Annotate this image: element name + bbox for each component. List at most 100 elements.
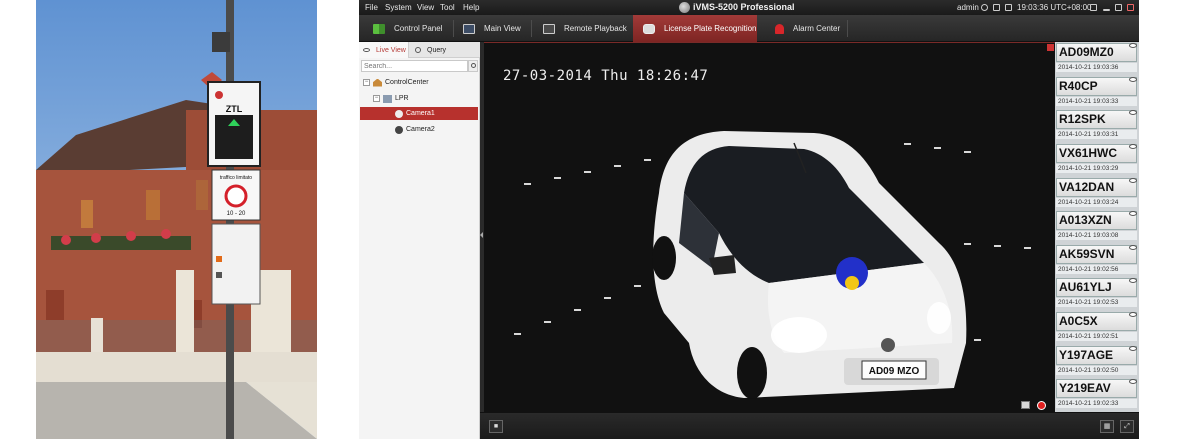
street-scene-illustration: ZTL traffico limitato 10 - 20 xyxy=(36,0,317,439)
home-icon xyxy=(373,78,382,87)
plate-number: AD09MZ0 xyxy=(1056,43,1137,62)
eye-icon[interactable] xyxy=(1129,143,1137,149)
tab-label: Alarm Center xyxy=(793,24,841,33)
tab-divider xyxy=(531,20,532,37)
video-timestamp: 27-03-2014 Thu 18:26:47 xyxy=(503,68,709,84)
tab-license-plate-recognition[interactable]: License Plate Recognition xyxy=(633,15,757,42)
camera-icon xyxy=(395,125,403,134)
eye-icon[interactable] xyxy=(1129,244,1137,250)
plate-item[interactable]: AD09MZ0 2014-10-21 19:03:36 xyxy=(1055,42,1139,74)
eye-icon[interactable] xyxy=(1129,177,1137,183)
server-icon xyxy=(383,94,392,103)
live-video-view[interactable]: AD09 MZO 27-03-2014 Thu 18:26:47 xyxy=(484,42,1055,412)
fullscreen-button[interactable]: ⤢ xyxy=(1120,420,1134,433)
tree-label: Camera1 xyxy=(406,110,435,117)
eye-icon[interactable] xyxy=(1129,345,1137,351)
tree-label: ControlCenter xyxy=(385,79,429,86)
tab-control-panel[interactable]: Control Panel xyxy=(373,15,459,42)
menu-system[interactable]: System xyxy=(385,3,412,12)
tab-alarm-center[interactable]: Alarm Center xyxy=(775,15,855,42)
plate-number: AK59SVN xyxy=(1056,244,1137,264)
ivms-window: File System View Tool Help iVMS-5200 Pro… xyxy=(359,0,1139,439)
plate-number: Y197AGE xyxy=(1056,345,1137,365)
eye-icon[interactable] xyxy=(1129,43,1137,48)
tree-item-controlcenter[interactable]: − ControlCenter xyxy=(363,76,478,89)
plate-number: Y219EAV xyxy=(1056,379,1137,399)
tab-divider xyxy=(453,20,454,37)
tree-label: LPR xyxy=(395,95,409,102)
plate-item[interactable]: A013XZN 2014-10-21 19:03:08 xyxy=(1055,210,1139,242)
eye-icon[interactable] xyxy=(1129,76,1137,82)
tab-main-view[interactable]: Main View xyxy=(463,15,539,42)
plate-item[interactable]: AK59SVN 2014-10-21 19:02:56 xyxy=(1055,244,1139,276)
user-name[interactable]: admin xyxy=(957,3,979,12)
screen-icon[interactable] xyxy=(993,4,1000,11)
close-video-icon[interactable] xyxy=(1047,44,1054,51)
user-icon[interactable] xyxy=(981,4,988,11)
plate-item[interactable]: VA12DAN 2014-10-21 19:03:24 xyxy=(1055,177,1139,209)
eye-icon xyxy=(363,48,370,52)
plate-item[interactable]: R40CP 2014-10-21 19:03:33 xyxy=(1055,76,1139,108)
record-icon[interactable] xyxy=(1037,401,1046,410)
grid-icon xyxy=(373,23,385,34)
plate-item[interactable]: Y197AGE 2014-10-21 19:02:50 xyxy=(1055,345,1139,377)
search-button[interactable] xyxy=(468,60,478,72)
plate-number: A013XZN xyxy=(1056,211,1137,231)
plate-item[interactable]: A0C5X 2014-10-21 19:02:51 xyxy=(1055,311,1139,343)
tab-divider xyxy=(847,20,848,37)
tab-label: Live View xyxy=(376,46,406,54)
search-icon xyxy=(415,47,421,53)
maximize-icon[interactable] xyxy=(1115,4,1122,11)
plate-result-list: AD09MZ0 2014-10-21 19:03:36 R40CP 2014-1… xyxy=(1055,42,1139,412)
tab-remote-playback[interactable]: Remote Playback xyxy=(543,15,631,42)
plate-time: 2014-10-21 19:03:33 xyxy=(1056,96,1137,106)
chevron-left-icon xyxy=(480,232,483,238)
search-input[interactable] xyxy=(361,60,468,72)
collapse-icon[interactable]: − xyxy=(373,95,380,102)
street-photo: ZTL traffico limitato 10 - 20 xyxy=(36,0,317,439)
tab-label: Query xyxy=(427,46,447,54)
plate-time: 2014-10-21 19:02:50 xyxy=(1056,365,1137,375)
plate-item[interactable]: R12SPK 2014-10-21 19:03:31 xyxy=(1055,109,1139,141)
collapse-icon[interactable]: − xyxy=(363,79,370,86)
close-icon[interactable] xyxy=(1127,4,1134,11)
tree-item-camera2[interactable]: Camera2 xyxy=(395,123,478,136)
menu-tool[interactable]: Tool xyxy=(440,3,455,12)
tab-label: Control Panel xyxy=(394,24,443,33)
menu-view[interactable]: View xyxy=(417,3,434,12)
tree-label: Camera2 xyxy=(406,126,435,133)
plate-item[interactable]: VX61HWC 2014-10-21 19:03:29 xyxy=(1055,143,1139,175)
limit-sign-title: traffico limitato xyxy=(220,175,252,181)
plate-number: A0C5X xyxy=(1056,312,1137,332)
car-icon xyxy=(643,23,655,34)
stop-all-button[interactable]: ■ xyxy=(489,420,503,433)
lock-icon[interactable] xyxy=(1090,4,1097,11)
app-logo-icon xyxy=(679,2,690,13)
tab-label: Main View xyxy=(484,24,521,33)
tab-live-view[interactable]: Live View xyxy=(359,42,409,58)
plate-time: 2014-10-21 19:02:53 xyxy=(1056,298,1137,308)
settings-icon[interactable] xyxy=(1005,4,1012,11)
menu-help[interactable]: Help xyxy=(463,3,479,12)
panel-tabs: Live View Query xyxy=(359,42,480,58)
plate-item[interactable]: Y219EAV 2014-10-21 19:02:33 xyxy=(1055,378,1139,410)
camera-frame: AD09 MZO xyxy=(484,43,1055,412)
plate-number: R40CP xyxy=(1056,76,1137,96)
tab-query[interactable]: Query xyxy=(411,42,461,58)
minimize-icon[interactable] xyxy=(1103,9,1110,11)
layout-button[interactable]: ▦ xyxy=(1100,420,1114,433)
plate-time: 2014-10-21 19:03:36 xyxy=(1056,63,1137,72)
tree-item-camera1[interactable]: Camera1 xyxy=(360,107,478,120)
menu-bar: File System View Tool Help iVMS-5200 Pro… xyxy=(359,0,1139,15)
menu-file[interactable]: File xyxy=(365,3,378,12)
device-panel: Live View Query − ControlCenter − LPR Ca… xyxy=(359,42,480,439)
plate-time: 2014-10-21 19:02:51 xyxy=(1056,332,1137,342)
module-toolbar: Control Panel Main View Remote Playback … xyxy=(359,15,1139,42)
video-control-bar: ■ ▦ ⤢ xyxy=(480,412,1139,439)
plate-item[interactable]: AU61YLJ 2014-10-21 19:02:53 xyxy=(1055,277,1139,309)
app-title: iVMS-5200 Professional xyxy=(693,2,795,12)
tab-label: License Plate Recognition xyxy=(664,24,757,33)
monitor-icon xyxy=(463,23,475,34)
capture-icon[interactable] xyxy=(1021,401,1030,409)
tree-item-lpr[interactable]: − LPR xyxy=(373,92,478,105)
